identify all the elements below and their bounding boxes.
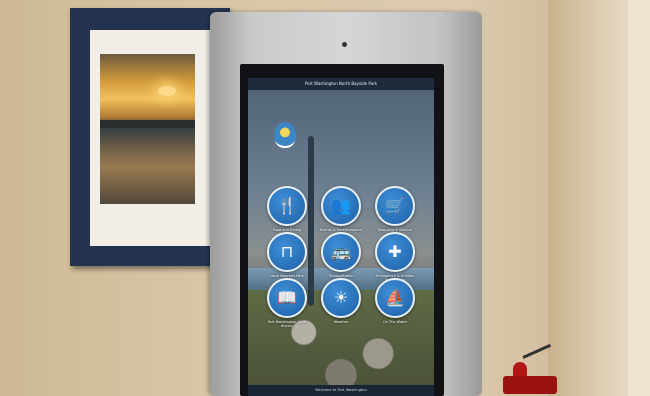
screen-header: Port Washington North Bayside Park xyxy=(248,78,434,90)
tile-beaches-park[interactable]: ⊓ Local Beaches Park xyxy=(262,232,312,278)
tile-on-the-water[interactable]: ⛵ On The Water xyxy=(370,278,420,324)
fork-knife-icon: 🍴 xyxy=(267,186,307,226)
boat-icon: ⛵ xyxy=(375,278,415,318)
shopping-cart-icon: 🛒 xyxy=(375,186,415,226)
screen-footer: Welcome to Port Washington xyxy=(248,385,434,396)
bus-icon: 🚌 xyxy=(321,232,361,272)
tile-label: Port Washington Local History xyxy=(267,320,307,328)
wall-right xyxy=(628,0,650,396)
kiosk-housing: Port Washington North Bayside Park 🍴 Foo… xyxy=(210,12,482,396)
picture-frame xyxy=(70,8,230,266)
medical-cross-icon: ✚ xyxy=(375,232,415,272)
tile-shopping[interactable]: 🛒 Shopping & Service xyxy=(370,186,420,232)
shoreline xyxy=(100,120,195,128)
sun xyxy=(158,86,176,96)
tile-events[interactable]: 👥 Events & Entertainment xyxy=(316,186,366,232)
picnic-table-icon: ⊓ xyxy=(267,232,307,272)
sunset-photo xyxy=(100,54,195,204)
tile-local-history[interactable]: 📖 Port Washington Local History xyxy=(262,278,312,328)
stand-base xyxy=(503,376,557,394)
people-icon: 👥 xyxy=(321,186,361,226)
camera-lens xyxy=(342,42,347,47)
book-icon: 📖 xyxy=(267,278,307,318)
tile-label: On The Water xyxy=(382,320,408,324)
kiosk-screen: Port Washington North Bayside Park 🍴 Foo… xyxy=(248,78,434,396)
red-stand xyxy=(503,343,561,396)
town-logo-icon[interactable] xyxy=(274,122,296,148)
sun-icon: ☀ xyxy=(321,278,361,318)
tile-weather[interactable]: ☀ Weather xyxy=(316,278,366,324)
tile-emergency[interactable]: ✚ Emergency & Utilities Safety Help xyxy=(370,232,420,282)
wall-corner xyxy=(548,0,628,396)
tile-label: Weather xyxy=(333,320,349,324)
tile-food-dining[interactable]: 🍴 Food and Dining xyxy=(262,186,312,232)
tile-transportation[interactable]: 🚌 Transportation xyxy=(316,232,366,278)
